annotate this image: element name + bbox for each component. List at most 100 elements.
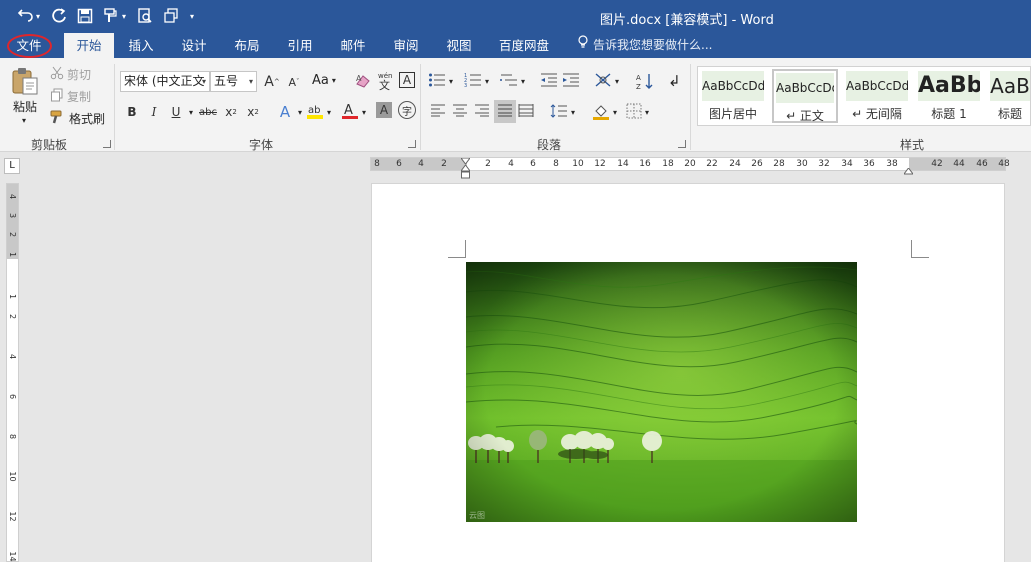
cut-button[interactable]: 剪切: [50, 66, 91, 83]
enclose-characters-icon: 字: [398, 101, 416, 119]
asian-layout-button[interactable]: ▾: [594, 72, 619, 91]
superscript-button[interactable]: x2: [243, 102, 263, 122]
character-border-button[interactable]: A: [399, 72, 415, 88]
character-shading-button[interactable]: A: [376, 102, 392, 118]
font-size-combo[interactable]: 五号 ▾: [210, 71, 257, 92]
clipboard-launcher-icon[interactable]: [103, 140, 111, 148]
paste-label[interactable]: 粘贴: [13, 98, 37, 115]
multilevel-list-dropdown-icon[interactable]: ▾: [521, 77, 525, 86]
tab-mailings[interactable]: 邮件: [332, 33, 374, 58]
enclose-characters-button[interactable]: 字: [398, 101, 416, 119]
multilevel-list-button[interactable]: ▾: [500, 72, 525, 91]
distributed-button[interactable]: [518, 103, 534, 120]
paragraph-launcher-icon[interactable]: [678, 140, 686, 148]
font-color-dropdown-icon[interactable]: ▾: [362, 108, 366, 117]
phonetic-guide-button[interactable]: wén 文: [377, 71, 395, 94]
highlight-dropdown-icon[interactable]: ▾: [327, 108, 331, 117]
copy-format-icon[interactable]: [160, 5, 182, 27]
format-painter-icon[interactable]: [100, 5, 122, 27]
paste-dropdown-icon[interactable]: ▾: [22, 116, 26, 125]
justify-button[interactable]: [494, 100, 516, 123]
align-center-button[interactable]: [452, 103, 468, 120]
sort-button[interactable]: AZ: [636, 72, 654, 93]
style-normal[interactable]: AaBbCcDd ↵ 正文: [772, 69, 838, 123]
undo-dropdown-icon[interactable]: ▾: [36, 12, 40, 21]
borders-icon: [626, 103, 642, 122]
vertical-ruler[interactable]: 4 3 2 1 1 2 4 6 8 10 12 14: [6, 183, 19, 562]
shrink-font-button[interactable]: Aˇ: [284, 72, 304, 92]
clear-formatting-button[interactable]: A: [354, 72, 372, 93]
italic-button[interactable]: I: [144, 102, 164, 122]
decrease-indent-button[interactable]: [540, 72, 558, 91]
align-left-button[interactable]: [430, 103, 446, 120]
numbering-button[interactable]: 123 ▾: [464, 72, 489, 91]
align-right-button[interactable]: [474, 103, 490, 120]
copy-button[interactable]: 复制: [50, 88, 91, 105]
tab-review[interactable]: 审阅: [385, 33, 427, 58]
ruler-tick-label: 8: [374, 159, 380, 169]
change-case-button[interactable]: Aa ▾: [312, 73, 336, 88]
tab-insert[interactable]: 插入: [120, 33, 162, 58]
underline-button[interactable]: U ▾: [166, 102, 193, 122]
font-size-dropdown-icon[interactable]: ▾: [249, 72, 253, 91]
show-marks-button[interactable]: ↲: [668, 72, 681, 90]
landscape-picture[interactable]: 云图: [466, 262, 857, 522]
tab-home[interactable]: 开始: [64, 33, 114, 58]
style-heading-1[interactable]: AaBb 标题 1: [916, 69, 982, 123]
redo-icon[interactable]: [48, 5, 70, 27]
borders-button[interactable]: ▾: [626, 103, 649, 122]
copy-label: 复制: [67, 90, 92, 104]
tab-baidu-netdisk[interactable]: 百度网盘: [494, 33, 554, 58]
text-effects-dropdown-icon[interactable]: ▾: [298, 108, 302, 117]
svg-text:ab: ab: [308, 105, 320, 116]
tab-design[interactable]: 设计: [173, 33, 215, 58]
line-spacing-button[interactable]: ▾: [550, 103, 575, 122]
align-center-icon: [452, 103, 468, 120]
ruler-tick-label: 6: [396, 159, 402, 169]
strikethrough-button[interactable]: abc: [198, 102, 218, 122]
save-icon[interactable]: [74, 5, 96, 27]
font-launcher-icon[interactable]: [408, 140, 416, 148]
paste-button[interactable]: [10, 66, 40, 99]
subscript-button[interactable]: x2: [221, 102, 241, 122]
font-name-dropdown-icon[interactable]: ▾: [202, 72, 206, 91]
paste-icon: [10, 66, 40, 99]
ruler-tick-label: 34: [841, 159, 853, 169]
bold-button[interactable]: B: [122, 102, 142, 122]
shading-dropdown-icon[interactable]: ▾: [613, 108, 617, 117]
print-preview-icon[interactable]: [134, 5, 156, 27]
left-indent-marker[interactable]: [460, 164, 471, 183]
increase-indent-button[interactable]: [562, 72, 580, 91]
borders-dropdown-icon[interactable]: ▾: [645, 108, 649, 117]
font-color-button[interactable]: A ▾: [341, 102, 366, 123]
highlight-button[interactable]: ab ▾: [306, 102, 331, 123]
undo-icon[interactable]: [14, 5, 36, 27]
bullets-dropdown-icon[interactable]: ▾: [449, 77, 453, 86]
grow-font-button[interactable]: A ^: [262, 72, 282, 92]
font-name-combo[interactable]: 宋体 (中文正文 ▾: [120, 71, 210, 92]
numbering-dropdown-icon[interactable]: ▾: [485, 77, 489, 86]
customize-qat-icon[interactable]: ▾: [190, 12, 194, 21]
style-image-center[interactable]: AaBbCcDd 图片居中: [700, 69, 766, 123]
style-title[interactable]: AaB 标题: [988, 69, 1031, 123]
format-painter-button[interactable]: 格式刷: [50, 110, 105, 127]
shrink-font-icon: Aˇ: [288, 75, 300, 89]
bullets-button[interactable]: ▾: [428, 72, 453, 91]
tab-references[interactable]: 引用: [279, 33, 321, 58]
tell-me-box[interactable]: 告诉我您想要做什么...: [577, 33, 712, 58]
format-painter-dropdown-icon[interactable]: ▾: [122, 12, 126, 21]
tab-selector[interactable]: L: [4, 158, 20, 174]
text-effects-button[interactable]: A ▾: [275, 102, 302, 122]
line-spacing-dropdown-icon[interactable]: ▾: [571, 108, 575, 117]
shading-button[interactable]: ▾: [592, 102, 617, 123]
tab-view[interactable]: 视图: [438, 33, 480, 58]
cut-label: 剪切: [67, 68, 92, 82]
character-shading-icon: A: [376, 102, 392, 118]
asian-layout-dropdown-icon[interactable]: ▾: [615, 77, 619, 86]
tab-layout[interactable]: 布局: [226, 33, 268, 58]
bold-icon: B: [127, 105, 137, 119]
ruler-tick-label: 20: [684, 159, 696, 169]
style-no-spacing[interactable]: AaBbCcDd ↵ 无间隔: [844, 69, 910, 123]
right-indent-marker[interactable]: [903, 165, 914, 179]
underline-dropdown-icon[interactable]: ▾: [189, 108, 193, 117]
